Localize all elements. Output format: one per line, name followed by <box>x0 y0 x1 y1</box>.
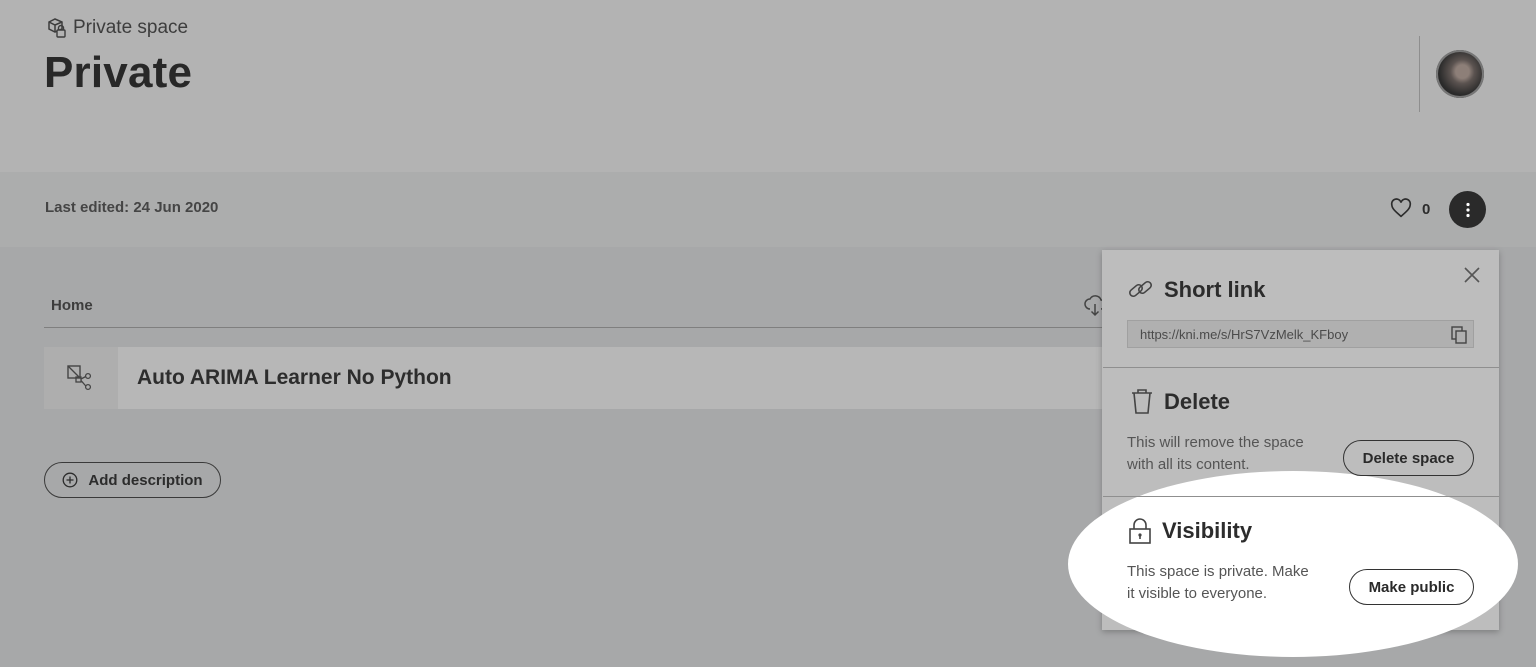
close-icon[interactable] <box>1462 265 1482 285</box>
delete-label: Delete <box>1164 388 1231 414</box>
short-link-url: https://kni.me/s/HrS7VzMelk_KFboy <box>1140 326 1349 342</box>
link-icon <box>1129 280 1152 298</box>
visibility-description-line: This space is private. Make <box>1127 563 1309 580</box>
more-options-button[interactable] <box>1449 191 1486 228</box>
add-description-label: Add description <box>88 471 203 489</box>
trash-icon <box>1132 389 1152 414</box>
visibility-title: Visibility <box>1128 517 1252 545</box>
short-link-field[interactable]: https://kni.me/s/HrS7VzMelk_KFboy <box>1127 320 1474 348</box>
list-item[interactable]: Auto ARIMA Learner No Python <box>44 347 1104 409</box>
plus-circle-icon <box>62 472 78 488</box>
likes-count: 0 <box>1422 200 1431 218</box>
delete-description-line: This will remove the space <box>1127 434 1304 451</box>
visibility-label: Visibility <box>1162 518 1253 543</box>
home-divider <box>44 327 1104 328</box>
home-header: Home <box>51 297 93 314</box>
item-name[interactable]: Auto ARIMA Learner No Python <box>137 366 452 390</box>
heart-icon <box>1390 198 1412 218</box>
short-link-title: Short link <box>1127 276 1265 303</box>
workflow-icon <box>67 365 92 391</box>
copy-icon[interactable] <box>1449 325 1469 345</box>
delete-title: Delete <box>1130 388 1230 415</box>
like-button[interactable]: 0 <box>1390 198 1430 220</box>
breadcrumb[interactable]: Private space <box>45 17 188 39</box>
make-public-button[interactable]: Make public <box>1349 569 1474 605</box>
page-title: Private <box>44 48 193 97</box>
delete-space-button[interactable]: Delete space <box>1343 440 1474 476</box>
avatar[interactable] <box>1436 50 1484 98</box>
popup-divider <box>1103 496 1499 497</box>
workflow-icon-cell <box>44 347 118 409</box>
visibility-description-line: it visible to everyone. <box>1127 585 1268 602</box>
lock-icon <box>1129 518 1151 544</box>
short-link-label: Short link <box>1164 276 1266 302</box>
meta-bar <box>0 172 1536 247</box>
add-description-button[interactable]: Add description <box>44 462 221 498</box>
more-vertical-icon <box>1465 202 1470 217</box>
delete-description: This will remove the space with all its … <box>1127 432 1304 476</box>
page-header <box>0 0 1536 172</box>
last-edited-text: Last edited: 24 Jun 2020 <box>45 199 219 216</box>
visibility-description: This space is private. Make it visible t… <box>1127 561 1309 605</box>
breadcrumb-label: Private space <box>73 17 189 38</box>
delete-description-line: with all its content. <box>1127 456 1250 473</box>
header-divider <box>1419 36 1420 112</box>
private-space-icon <box>48 18 66 38</box>
popup-divider <box>1103 367 1499 368</box>
